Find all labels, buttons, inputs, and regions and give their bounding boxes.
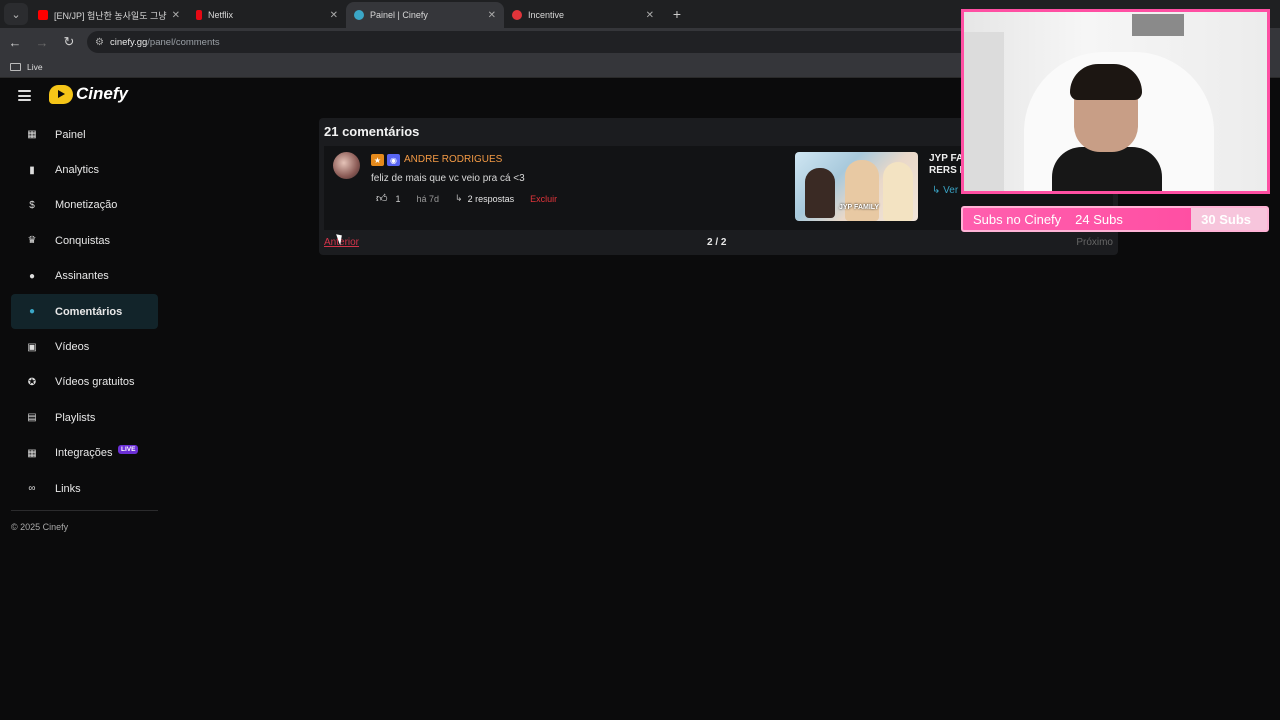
sidebar: Cinefy ▦ Painel ▮ Analytics $ Monetizaçã… — [0, 79, 165, 720]
grid-icon: ▦ — [27, 447, 37, 459]
bar-chart-icon: ▮ — [29, 164, 35, 176]
arrow-left-icon: ← — [8, 34, 22, 50]
tab-label: [EN/JP] 험난한 농사일도 그냥 ... — [54, 10, 168, 21]
close-icon[interactable]: ✕ — [646, 10, 654, 21]
plus-icon: + — [672, 6, 682, 22]
users-icon: ● — [28, 270, 36, 282]
sidebar-item-label: Painel — [55, 128, 86, 141]
avatar[interactable] — [333, 152, 360, 179]
sidebar-divider — [11, 510, 158, 511]
dollar-icon: $ — [29, 199, 35, 211]
cinefy-favicon-icon — [354, 10, 364, 20]
comments-title: 21 comentários — [324, 124, 420, 139]
tab-netflix[interactable]: Netflix ✕ — [188, 2, 346, 28]
subs-current: 24 Subs — [1075, 211, 1123, 227]
comment-author[interactable]: ANDRE RODRIGUES — [404, 154, 502, 165]
tab-label: Incentive — [528, 10, 565, 20]
pagination: Anterior 2 / 2 Próximo — [319, 235, 1118, 253]
video-icon: ▣ — [27, 341, 37, 353]
close-icon[interactable]: ✕ — [330, 10, 338, 21]
dashboard-icon: ▦ — [27, 129, 37, 141]
subs-goal-target: 30 Subs — [1201, 211, 1251, 227]
tab-label: Painel | Cinefy — [370, 10, 428, 20]
close-icon[interactable]: ✕ — [488, 10, 496, 21]
tab-search-button[interactable]: ⌄ — [4, 3, 28, 25]
sidebar-item-playlists[interactable]: ▤ Playlists — [11, 400, 158, 435]
like-count: 1 — [395, 193, 401, 204]
bookmark-folder-live[interactable]: Live — [27, 62, 43, 72]
subs-goal-bar: Subs no Cinefy 24 Subs 30 Subs — [961, 206, 1269, 232]
next-page-button[interactable]: Próximo — [1076, 237, 1113, 248]
incentive-favicon-icon — [512, 10, 522, 20]
close-icon[interactable]: ✕ — [172, 10, 180, 21]
sidebar-item-assinantes[interactable]: ● Assinantes — [11, 259, 158, 294]
sidebar-item-label: Links — [55, 482, 81, 495]
sidebar-item-videos-gratuitos[interactable]: ✪ Vídeos gratuitos — [11, 365, 158, 400]
star-circle-icon: ✪ — [27, 376, 37, 388]
arrow-right-icon: → — [35, 34, 49, 50]
comment-text: feliz de mais que vc veio pra cá <3 — [371, 173, 525, 184]
sidebar-item-links[interactable]: ∞ Links — [11, 471, 158, 506]
thumbs-up-icon[interactable]: 👍︎ — [376, 192, 388, 205]
video-thumbnail[interactable]: JYP FAMILY — [795, 152, 918, 221]
sidebar-item-videos[interactable]: ▣ Vídeos — [11, 329, 158, 364]
tab-label: Netflix — [208, 10, 234, 20]
replies-link[interactable]: 2 respostas — [468, 194, 515, 204]
live-badge: LIVE — [118, 444, 139, 454]
cinefy-logo[interactable]: Cinefy — [49, 84, 128, 104]
tab-incentive[interactable]: Incentive ✕ — [504, 2, 662, 28]
chevron-down-icon: ⌄ — [11, 8, 21, 21]
page-indicator: 2 / 2 — [707, 237, 727, 248]
new-tab-button[interactable]: + — [666, 3, 688, 25]
playlist-icon: ▤ — [27, 412, 37, 424]
trophy-icon: ♛ — [27, 235, 37, 247]
subs-goal-label: Subs no Cinefy — [973, 211, 1062, 227]
copyright: © 2025 Cinefy — [11, 522, 69, 532]
sidebar-item-label: Comentários — [55, 305, 123, 318]
discord-badge-icon: ◉ — [387, 154, 400, 166]
sidebar-item-label: Integrações — [55, 447, 113, 460]
sidebar-item-conquistas[interactable]: ♛ Conquistas — [11, 223, 158, 258]
thumbnail-title: JYP FAMILY — [839, 204, 880, 211]
url-path: /panel/comments — [147, 36, 220, 48]
delete-button[interactable]: Excluir — [530, 194, 557, 204]
forward-button[interactable]: → — [30, 30, 54, 54]
sidebar-item-label: Assinantes — [55, 270, 109, 283]
address-bar[interactable]: ⚙ cinefy.gg/panel/comments — [87, 31, 987, 53]
tab-cinefy[interactable]: Painel | Cinefy ✕ — [346, 2, 504, 28]
star-badge-icon: ★ — [371, 154, 384, 166]
sidebar-item-monetizacao[interactable]: $ Monetização — [11, 188, 158, 223]
sidebar-nav: ▦ Painel ▮ Analytics $ Monetização ♛ Con… — [11, 117, 158, 506]
reply-arrow-icon: ↳ — [455, 193, 463, 203]
sidebar-item-label: Conquistas — [55, 234, 111, 247]
sidebar-item-label: Vídeos — [55, 341, 90, 354]
webcam-overlay — [961, 9, 1270, 194]
youtube-favicon-icon — [38, 10, 48, 20]
reload-icon: ↻ — [63, 34, 75, 49]
url-host: cinefy.gg — [109, 36, 148, 48]
link-icon: ∞ — [28, 483, 36, 495]
comment-time: há 7d — [416, 193, 440, 204]
sidebar-item-integracoes[interactable]: ▦ Integrações LIVE — [11, 436, 158, 471]
menu-icon[interactable] — [18, 90, 31, 101]
sidebar-item-analytics[interactable]: ▮ Analytics — [11, 152, 158, 187]
comment-icon: ● — [28, 306, 36, 318]
play-logo-icon — [49, 84, 73, 104]
comment-meta: 👍︎ 1 há 7d ↳ 2 respostas Excluir — [376, 192, 557, 205]
reload-button[interactable]: ↻ — [57, 30, 81, 54]
netflix-favicon-icon — [196, 10, 202, 20]
tab-youtube[interactable]: [EN/JP] 험난한 농사일도 그냥 ... ✕ — [30, 2, 188, 28]
sidebar-item-label: Playlists — [55, 411, 96, 424]
sidebar-item-comentarios[interactable]: ● Comentários — [11, 293, 158, 330]
sidebar-item-label: Analytics — [55, 164, 100, 177]
folder-icon — [10, 62, 21, 71]
back-button[interactable]: ← — [3, 30, 27, 54]
sidebar-item-label: Vídeos gratuitos — [55, 376, 135, 389]
sidebar-item-label: Monetização — [55, 199, 118, 212]
logo-text: Cinefy — [76, 84, 128, 103]
site-info-icon[interactable]: ⚙ — [95, 37, 104, 48]
sidebar-item-painel[interactable]: ▦ Painel — [11, 117, 158, 152]
